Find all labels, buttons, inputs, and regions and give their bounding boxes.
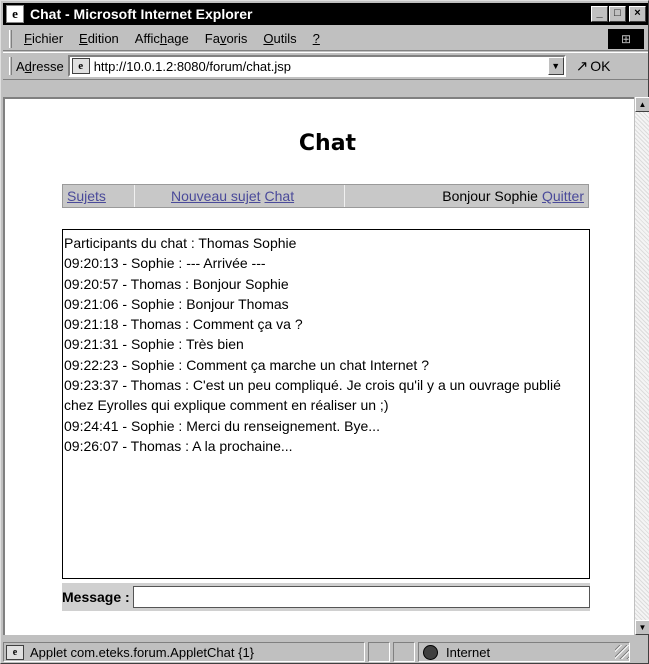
menu-fichier[interactable]: Fichier (16, 31, 71, 46)
menu-affichage[interactable]: Affichage (127, 31, 197, 46)
chat-log[interactable]: Participants du chat : Thomas Sophie 09:… (62, 229, 590, 579)
chat-line: Participants du chat : Thomas Sophie (64, 235, 297, 251)
address-grip[interactable] (9, 57, 12, 75)
page-icon: e (71, 58, 90, 74)
chat-line: 09:20:13 - Sophie : --- Arrivée --- (64, 255, 266, 272)
chat-line: 09:20:57 - Thomas : Bonjour Sophie (64, 275, 289, 292)
go-button[interactable]: ↗ OK (576, 57, 611, 75)
greeting-text: Bonjour Sophie (442, 188, 538, 204)
chat-line: 09:21:18 - Thomas : Comment ça va ? (64, 316, 303, 333)
address-url[interactable]: http://10.0.1.2:8080/forum/chat.jsp (94, 59, 548, 74)
windows-logo-icon: ⊞ (608, 28, 644, 49)
address-input[interactable]: e http://10.0.1.2:8080/forum/chat.jsp ▼ (67, 55, 566, 77)
status-text: Applet com.eteks.forum.AppletChat {1} (30, 644, 255, 660)
message-row: Message : (62, 583, 590, 611)
zone-label: Internet (446, 644, 491, 660)
address-label: Adresse (16, 58, 64, 74)
nav-cell-actions: Nouveau sujet Chat (135, 185, 345, 207)
link-new-subject[interactable]: Nouveau sujet (171, 188, 261, 204)
link-chat[interactable]: Chat (265, 188, 295, 204)
nav-cell-subjects: Sujets (63, 185, 135, 207)
status-bar: e Applet com.eteks.forum.AppletChat {1} … (3, 641, 648, 663)
message-input[interactable] (132, 586, 590, 608)
message-label: Message : (62, 589, 130, 605)
forum-nav: Sujets Nouveau sujet Chat Bonjour Sophie… (62, 184, 589, 208)
toolbar-grip[interactable] (9, 29, 12, 48)
status-main: e Applet com.eteks.forum.AppletChat {1} (3, 642, 365, 662)
address-dropdown-icon[interactable]: ▼ (547, 57, 564, 75)
globe-icon (423, 644, 438, 660)
ie-logo-icon: e (6, 5, 24, 23)
link-quit[interactable]: Quitter (542, 188, 584, 204)
scroll-down-icon[interactable]: ▼ (635, 620, 649, 635)
nav-cell-user: Bonjour Sophie Quitter (345, 188, 588, 204)
security-zone: Internet (418, 642, 630, 662)
vertical-scrollbar[interactable]: ▲ ▼ (634, 97, 649, 635)
window-title: Chat - Microsoft Internet Explorer (30, 6, 253, 22)
minimize-button[interactable]: _ (591, 6, 608, 22)
menu-edition[interactable]: Edition (71, 31, 127, 46)
status-pane (368, 642, 390, 662)
page-title: Chat (298, 131, 357, 156)
chat-line: 09:22:23 - Sophie : Comment ça marche un… (64, 356, 429, 373)
resize-grip-icon[interactable] (615, 645, 629, 659)
window-controls: _ □ × (590, 6, 646, 22)
go-label: OK (590, 58, 611, 74)
menu-outils[interactable]: Outils (255, 31, 304, 46)
go-arrow-icon: ↗ (575, 58, 589, 75)
chat-line: 09:24:41 - Sophie : Merci du renseigneme… (64, 417, 380, 434)
title-bar: e Chat - Microsoft Internet Explorer _ □… (3, 3, 648, 25)
chat-line: 09:21:31 - Sophie : Très bien (64, 336, 244, 353)
page-status-icon: e (6, 644, 24, 660)
chat-line: 09:21:06 - Sophie : Bonjour Thomas (64, 295, 289, 312)
maximize-button[interactable]: □ (609, 6, 626, 22)
status-pane (393, 642, 415, 662)
menu-favoris[interactable]: Favoris (197, 31, 256, 46)
menu-help[interactable]: ? (305, 31, 328, 46)
address-bar: Adresse e http://10.0.1.2:8080/forum/cha… (3, 52, 648, 80)
scroll-up-icon[interactable]: ▲ (635, 97, 649, 112)
link-subjects[interactable]: Sujets (67, 188, 106, 204)
chat-line: 09:23:37 - Thomas : C'est un peu compliq… (64, 377, 565, 414)
close-button[interactable]: × (629, 6, 646, 22)
menu-bar: Fichier Edition Affichage Favoris Outils… (3, 27, 648, 51)
browser-window: e Chat - Microsoft Internet Explorer _ □… (0, 0, 649, 664)
chat-line: 09:26:07 - Thomas : A la prochaine... (64, 437, 293, 454)
